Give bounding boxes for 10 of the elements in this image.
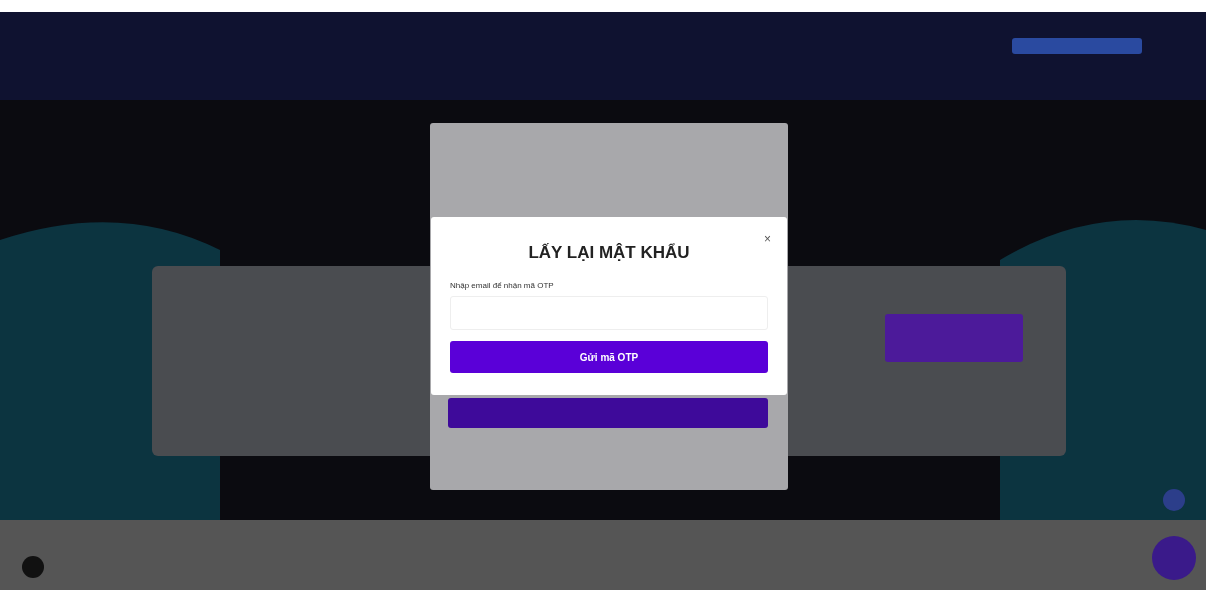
round-button[interactable] [1163,489,1185,511]
round-button[interactable] [22,556,44,578]
nav-button[interactable] [1012,38,1142,54]
close-button[interactable]: × [762,233,773,245]
email-label: Nhập email để nhận mã OTP [450,281,555,290]
chat-button[interactable] [1152,536,1196,580]
dialog-title: LẤY LẠI MẬT KHẨU [528,243,690,263]
send-otp-button[interactable]: Gửi mã OTP [450,341,768,373]
login-button[interactable] [448,398,768,428]
search-button[interactable] [885,314,1023,362]
